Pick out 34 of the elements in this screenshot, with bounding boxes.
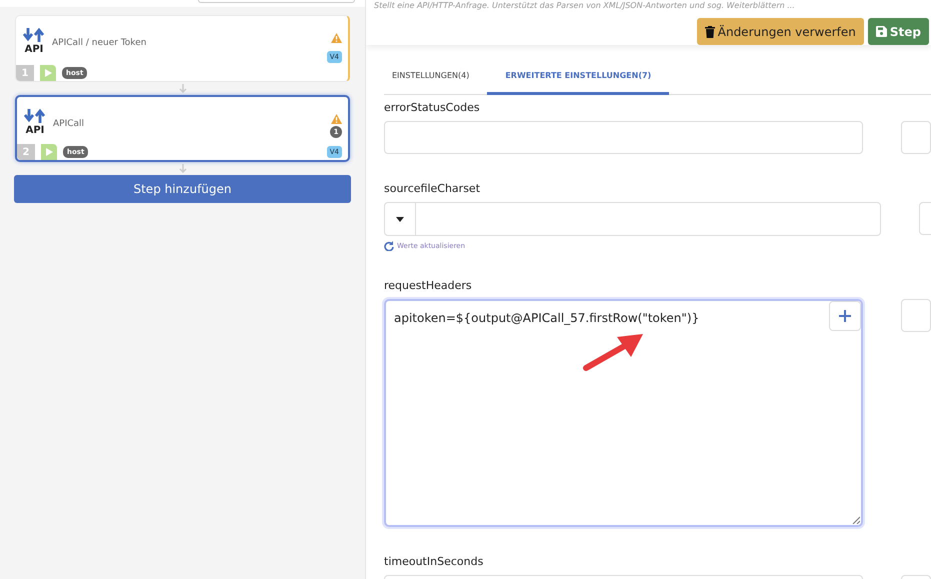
discard-changes-button[interactable]: Änderungen verwerfen [696,18,864,45]
down-arrow-icon [178,164,186,173]
transfer-arrows-icon [23,28,45,42]
play-icon[interactable] [41,144,57,160]
field-label: sourcefileCharset [384,182,480,196]
dropdown-caret-icon [396,216,404,222]
warning-icon [331,114,342,124]
search-field[interactable] [198,0,355,3]
add-button[interactable] [829,301,861,331]
add-step-button[interactable]: Step hinzufügen [14,175,351,203]
side-input-field[interactable] [901,121,931,154]
trash-icon [704,26,715,38]
step-type-label: API [26,125,44,136]
charset-select[interactable] [384,202,881,236]
down-arrow-icon [178,84,186,93]
step-description: Stellt eine API/HTTP-Anfrage. Unterstützt das Parsen von XML/JSON-Antworten und sog. Weiterblättern ... [374,1,795,12]
warning-icon [331,33,342,43]
step-type-label: API [24,44,44,55]
resize-grip-icon[interactable] [852,516,860,524]
step-title: APICall [53,119,84,129]
plus-icon [839,310,851,322]
transfer-arrows-icon [24,109,46,123]
text-input-field[interactable] [384,121,863,154]
step-title: APICall / neuer Token [52,38,146,48]
settings-tab[interactable]: ERWEITERTE EINSTELLUNGEN(7) [487,63,670,95]
refresh-icon [384,241,394,251]
field-label: errorStatusCodes [384,101,480,115]
field-label: requestHeaders [384,279,472,293]
settings-tab[interactable]: EINSTELLUNGEN(4) [384,63,488,95]
play-icon[interactable] [40,65,56,81]
field-label: timeoutInSeconds [384,555,484,569]
request-headers-textarea[interactable]: apitoken=${output@APICall_57.firstRow("token")} [384,299,863,527]
save-step-button[interactable]: Step [868,18,929,45]
side-input-field[interactable] [901,299,931,332]
